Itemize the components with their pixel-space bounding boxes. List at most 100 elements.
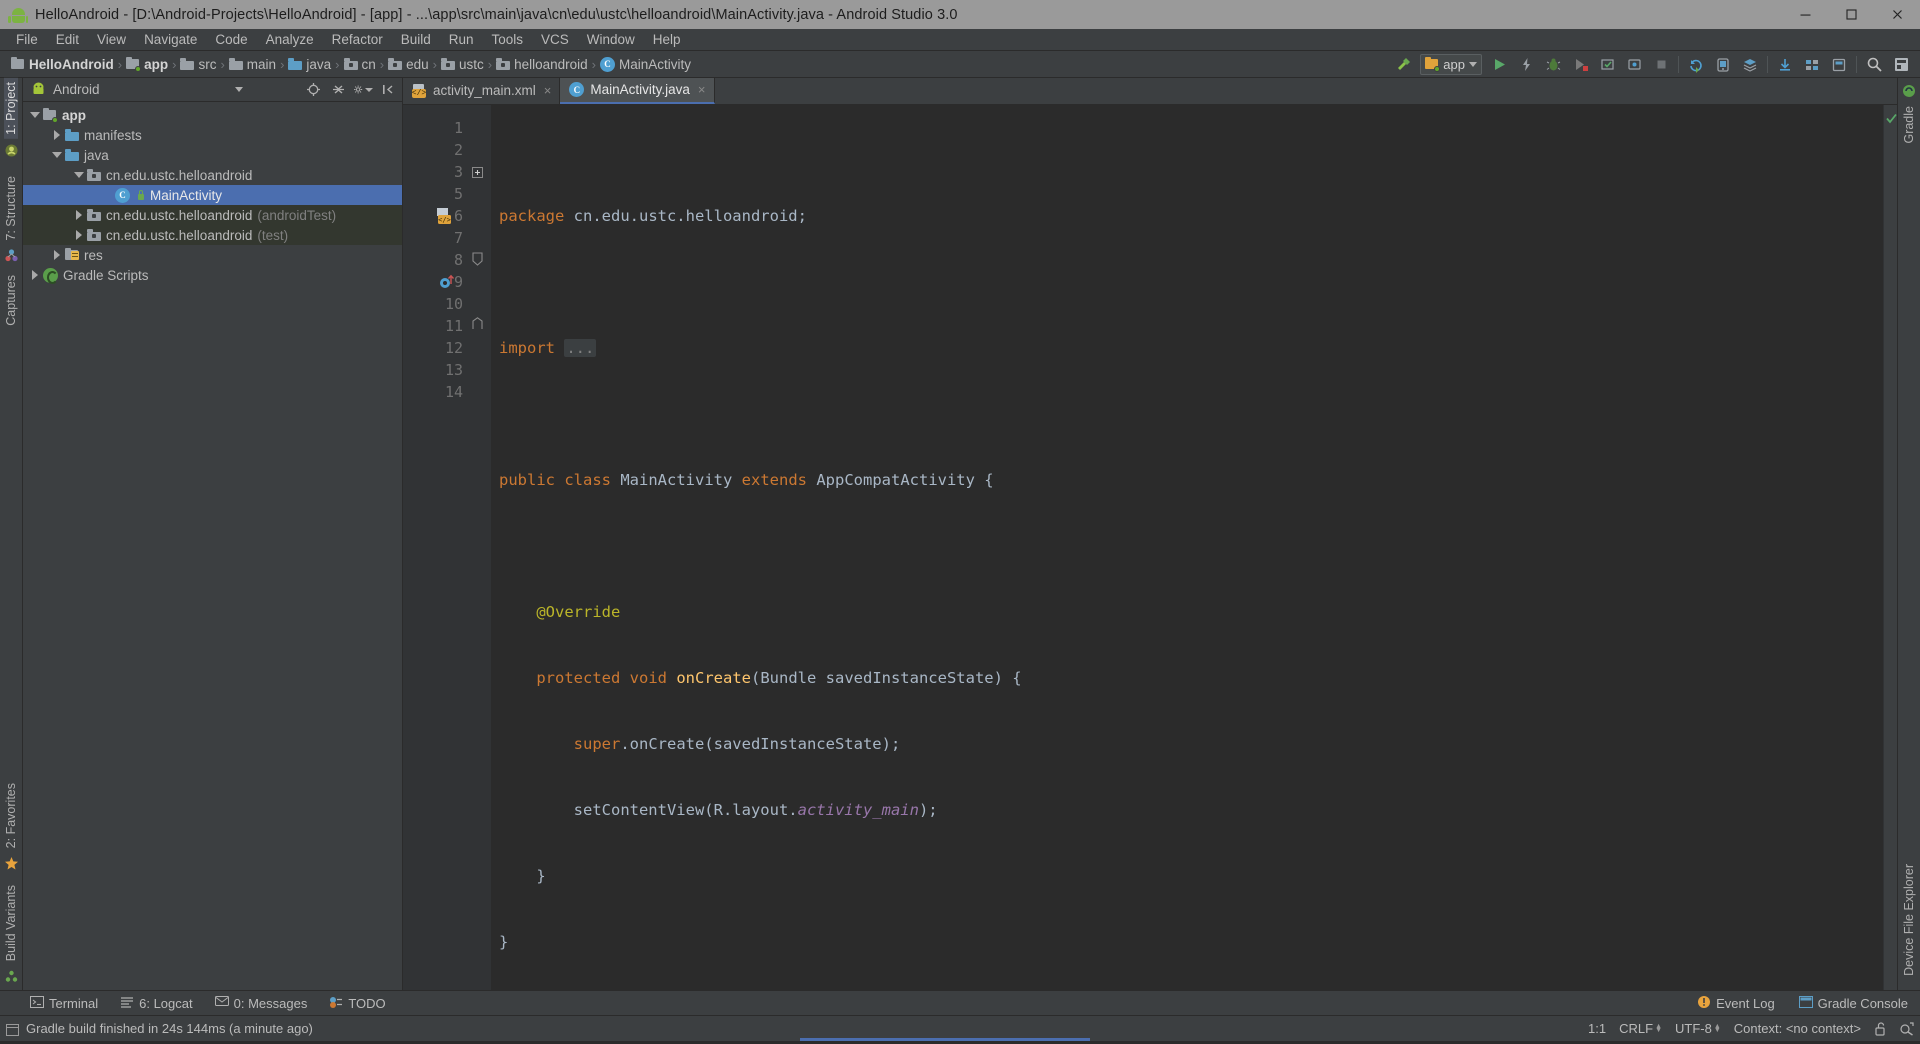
menu-navigate[interactable]: Navigate xyxy=(135,31,206,48)
menu-code[interactable]: Code xyxy=(206,31,256,48)
menu-help[interactable]: Help xyxy=(644,31,690,48)
chevron-down-icon[interactable] xyxy=(234,87,243,92)
close-icon[interactable] xyxy=(1874,0,1920,29)
close-icon[interactable]: × xyxy=(698,82,706,97)
tab-mainactivity-java[interactable]: C MainActivity.java × xyxy=(560,77,715,104)
tool-window-captures[interactable]: Captures xyxy=(4,271,18,330)
chevron-down-icon[interactable] xyxy=(49,152,65,158)
chevron-right-icon[interactable] xyxy=(49,130,65,140)
fold-expand-icon[interactable] xyxy=(472,165,483,183)
fold-collapse-method-icon[interactable] xyxy=(471,252,484,273)
bottom-tab-messages[interactable]: 0: Messages xyxy=(211,994,312,1013)
bottom-tab-todo[interactable]: TODO xyxy=(325,994,389,1013)
tool-window-structure[interactable]: 7: Structure xyxy=(4,172,18,245)
breadcrumb-item-edu[interactable]: edu xyxy=(385,54,432,75)
avd-icon[interactable] xyxy=(1710,53,1736,77)
apply-icon[interactable] xyxy=(1594,53,1620,77)
breadcrumb-item-app[interactable]: app xyxy=(123,54,171,75)
menu-analyze[interactable]: Analyze xyxy=(257,31,323,48)
menu-tools[interactable]: Tools xyxy=(483,31,533,48)
layout-inspector-icon[interactable] xyxy=(1888,53,1914,77)
tree-item-package-test[interactable]: cn.edu.ustc.helloandroid (test) xyxy=(23,225,402,245)
tab-activity-main-xml[interactable]: </> activity_main.xml × xyxy=(403,77,561,104)
menu-build[interactable]: Build xyxy=(392,31,440,48)
run-configuration-selector[interactable]: app xyxy=(1420,54,1482,75)
tool-window-build-variants[interactable]: Build Variants xyxy=(4,881,18,965)
tree-item-mainactivity[interactable]: C MainActivity xyxy=(23,185,402,205)
tool-window-device-file-explorer[interactable]: Device File Explorer xyxy=(1902,860,1916,980)
search-icon[interactable] xyxy=(1861,53,1887,77)
tree-item-app[interactable]: app xyxy=(23,105,402,125)
tree-item-gradle-scripts[interactable]: Gradle Scripts xyxy=(23,265,402,285)
menu-vcs[interactable]: VCS xyxy=(532,31,578,48)
structure-icon[interactable] xyxy=(1799,53,1825,77)
bottom-tab-gradle-console[interactable]: Gradle Console xyxy=(1795,994,1912,1013)
menu-window[interactable]: Window xyxy=(578,31,644,48)
tool-window-gradle[interactable]: Gradle xyxy=(1902,102,1916,148)
toggle-toolbar-icon[interactable] xyxy=(6,1023,19,1041)
context-indicator[interactable]: Context: <no context> xyxy=(1734,1021,1861,1036)
minimize-icon[interactable] xyxy=(1782,0,1828,29)
project-tree[interactable]: app manifests java cn.edu.ustc.helloandr… xyxy=(23,102,402,990)
code-editor[interactable]: 1 2 3 5 </> 6 7 8 9 10 11 12 13 14 packa… xyxy=(403,105,1897,991)
menu-run[interactable]: Run xyxy=(440,31,483,48)
tool-window-favorites[interactable]: 2: Favorites xyxy=(4,779,18,852)
chevron-down-icon[interactable] xyxy=(27,112,43,118)
maximize-icon[interactable] xyxy=(1828,0,1874,29)
tool-window-project[interactable]: 1: Project xyxy=(4,78,18,139)
tree-item-manifests[interactable]: manifests xyxy=(23,125,402,145)
chevron-right-icon[interactable] xyxy=(49,250,65,260)
tree-item-res[interactable]: res xyxy=(23,245,402,265)
inspections-icon[interactable] xyxy=(1900,1022,1914,1036)
override-method-icon[interactable] xyxy=(439,274,455,294)
menu-refactor[interactable]: Refactor xyxy=(323,31,392,48)
sync-icon[interactable] xyxy=(1683,53,1709,77)
bug-icon[interactable] xyxy=(1540,53,1566,77)
hammer-icon[interactable] xyxy=(1390,53,1416,77)
line-separator[interactable]: CRLF ▲ ▼ xyxy=(1619,1021,1662,1036)
hide-icon[interactable] xyxy=(378,80,398,100)
target-icon[interactable] xyxy=(303,80,323,100)
close-icon[interactable]: × xyxy=(544,83,552,98)
tree-item-java[interactable]: java xyxy=(23,145,402,165)
collapse-icon[interactable] xyxy=(328,80,348,100)
breadcrumb-item-cn[interactable]: cn xyxy=(341,54,379,75)
play-icon[interactable] xyxy=(1486,53,1512,77)
unlocked-icon[interactable] xyxy=(1874,1022,1887,1036)
chevron-right-icon[interactable] xyxy=(71,210,87,220)
bottom-tab-event-log[interactable]: Event Log xyxy=(1693,993,1779,1014)
breadcrumb-item-mainactivity[interactable]: C MainActivity xyxy=(597,54,694,75)
code-content[interactable]: package cn.edu.ustc.helloandroid; import… xyxy=(491,105,1883,990)
sdk-icon[interactable] xyxy=(1737,53,1763,77)
chevron-right-icon[interactable] xyxy=(71,230,87,240)
menu-file[interactable]: File xyxy=(7,31,47,48)
chevron-down-icon[interactable] xyxy=(71,172,87,178)
breadcrumb-item-ustc[interactable]: ustc xyxy=(438,54,487,75)
project-view-selector[interactable]: Android xyxy=(53,82,100,97)
bottom-tab-terminal[interactable]: Terminal xyxy=(26,994,102,1013)
layout-icon[interactable] xyxy=(1826,53,1852,77)
file-encoding[interactable]: UTF-8 ▲ ▼ xyxy=(1675,1021,1721,1036)
breadcrumb-item-src[interactable]: src xyxy=(177,54,219,75)
menu-view[interactable]: View xyxy=(88,31,135,48)
caret-position[interactable]: 1:1 xyxy=(1588,1021,1606,1036)
download-icon[interactable] xyxy=(1772,53,1798,77)
breadcrumb-item-main[interactable]: main xyxy=(226,54,279,75)
breadcrumb-item-java[interactable]: java xyxy=(285,54,334,75)
fold-end-icon[interactable] xyxy=(471,317,484,336)
bottom-tab-logcat[interactable]: 6: Logcat xyxy=(116,994,197,1013)
lightning-icon[interactable] xyxy=(1513,53,1539,77)
tree-item-package-androidtest[interactable]: cn.edu.ustc.helloandroid (androidTest) xyxy=(23,205,402,225)
chevron-right-icon[interactable] xyxy=(27,270,43,280)
tree-item-package-main[interactable]: cn.edu.ustc.helloandroid xyxy=(23,165,402,185)
stop-icon[interactable] xyxy=(1648,53,1674,77)
gear-icon[interactable] xyxy=(353,80,373,100)
menu-edit[interactable]: Edit xyxy=(47,31,88,48)
inspection-gutter[interactable] xyxy=(1883,105,1897,991)
coverage-icon[interactable] xyxy=(1567,53,1593,77)
code-folding-gutter[interactable] xyxy=(469,105,491,991)
breadcrumb-item-helloandroid[interactable]: helloandroid xyxy=(493,54,591,75)
attach-icon[interactable] xyxy=(1621,53,1647,77)
android-monitor-icon[interactable] xyxy=(4,143,19,158)
breadcrumb-item-project[interactable]: HelloAndroid xyxy=(8,54,117,75)
